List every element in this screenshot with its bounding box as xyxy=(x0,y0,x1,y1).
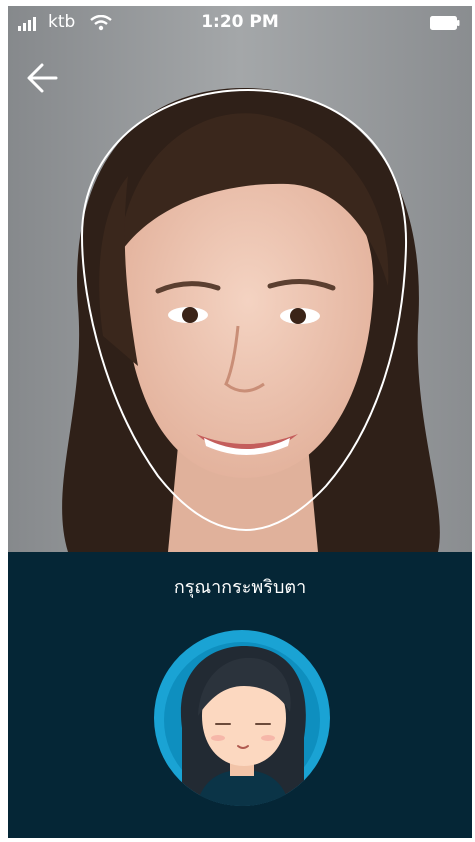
arrow-left-icon xyxy=(27,63,58,93)
camera-preview: ktb 1:20 PM xyxy=(8,6,472,552)
back-button[interactable] xyxy=(22,60,66,96)
blinking-girl-avatar xyxy=(154,630,330,806)
battery-icon xyxy=(430,16,460,30)
status-bar: ktb 1:20 PM xyxy=(8,6,472,40)
face-guide-oval xyxy=(80,88,408,532)
instruction-panel: กรุณากระพริบตา xyxy=(8,552,472,838)
instruction-text: กรุณากระพริบตา xyxy=(173,577,307,598)
status-time: 1:20 PM xyxy=(201,12,279,32)
face-scan-screen: ktb 1:20 PM กรุณากระพริบตา xyxy=(8,6,472,838)
